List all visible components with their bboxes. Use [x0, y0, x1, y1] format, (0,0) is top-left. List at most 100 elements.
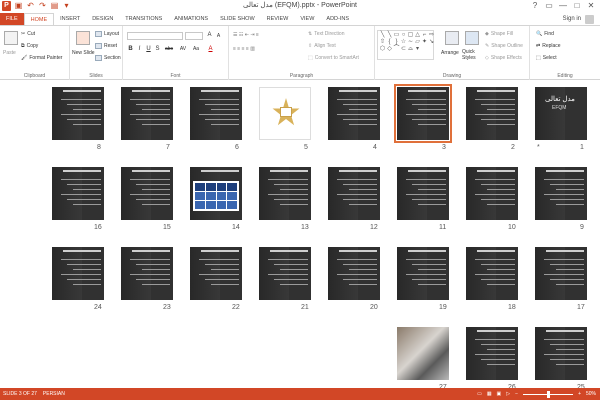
shape-icon[interactable]: ⊂ — [400, 46, 407, 53]
slide-thumbnail-7[interactable] — [121, 87, 173, 140]
rectangle-shape-icon[interactable]: ▢ — [407, 32, 414, 39]
text-direction-button[interactable]: ⇅ Text Direction — [308, 31, 345, 37]
new-slide-icon[interactable] — [76, 31, 90, 45]
section-button[interactable]: Section — [95, 55, 121, 61]
slide-thumbnail-2[interactable] — [466, 87, 518, 140]
arrange-icon[interactable] — [445, 31, 459, 45]
tab-add-ins[interactable]: ADD-INS — [320, 13, 355, 25]
tab-transitions[interactable]: TRANSITIONS — [119, 13, 168, 25]
convert-smartart-button[interactable]: ⬚ Convert to SmartArt — [308, 55, 359, 61]
slide-thumbnail-27[interactable] — [397, 327, 449, 380]
slide-thumbnail-8[interactable] — [52, 87, 104, 140]
oval-shape-icon[interactable]: ○ — [400, 32, 407, 39]
slide-thumbnail-18[interactable] — [466, 247, 518, 300]
slide-thumbnail-22[interactable] — [190, 247, 242, 300]
slide-thumbnail-13[interactable] — [259, 167, 311, 220]
star-shape-icon[interactable]: ✦ — [421, 39, 428, 46]
sign-in-label[interactable]: Sign in — [563, 13, 581, 25]
slide-thumbnail-5[interactable] — [259, 87, 311, 140]
find-button[interactable]: 🔍 Find — [536, 31, 554, 37]
replace-button[interactable]: ⇄ Replace — [536, 43, 561, 49]
tab-home[interactable]: HOME — [23, 13, 55, 25]
slide-thumbnail-23[interactable] — [121, 247, 173, 300]
slide-thumbnail-26[interactable] — [466, 327, 518, 380]
paste-icon[interactable] — [4, 31, 18, 45]
character-spacing-button[interactable]: AV — [178, 46, 188, 52]
rectangle-shape-icon[interactable]: ▭ — [393, 32, 400, 39]
slide-thumbnail-12[interactable] — [328, 167, 380, 220]
ribbon-display-options-icon[interactable]: ▭ — [542, 0, 556, 12]
shape-icon[interactable]: ⌒ — [393, 46, 400, 53]
alignment-buttons[interactable]: ≡ ≡ ≡ ≡ ▥ — [233, 46, 255, 52]
bullets-button[interactable]: ☰ ☷ ⇤ ⇥ ≡ — [233, 32, 259, 38]
cut-button[interactable]: ✂ Cut — [21, 31, 35, 37]
slide-thumbnail-3[interactable] — [394, 84, 452, 143]
change-case-button[interactable]: Aa — [191, 46, 201, 52]
align-text-button[interactable]: ⇳ Align Text — [308, 43, 336, 49]
minimize-icon[interactable]: — — [556, 0, 570, 12]
zoom-slider[interactable] — [523, 390, 574, 398]
format-painter-button[interactable]: 🖌 Format Painter — [21, 55, 62, 61]
line-shape-icon[interactable]: ⌐ — [421, 32, 428, 39]
line-shape-icon[interactable]: ╲ — [379, 32, 386, 39]
shape-fill-button[interactable]: ◆ Shape Fill — [485, 31, 513, 37]
shrink-font-button[interactable]: A — [215, 33, 222, 39]
normal-view-icon[interactable]: ▭ — [477, 388, 482, 400]
star-shape-icon[interactable]: ☆ — [400, 39, 407, 46]
underline-button[interactable]: U — [145, 46, 152, 52]
callout-shape-icon[interactable]: ▱ — [414, 39, 421, 46]
arrow-shape-icon[interactable]: ⇨ — [428, 32, 435, 39]
slide-thumbnail-16[interactable] — [52, 167, 104, 220]
slide-thumbnail-25[interactable] — [535, 327, 587, 380]
avatar[interactable] — [585, 14, 594, 24]
tab-insert[interactable]: INSERT — [54, 13, 86, 25]
slide-show-view-icon[interactable]: ▷ — [506, 388, 510, 400]
select-button[interactable]: ⬚ Select — [536, 55, 557, 61]
quick-styles-button[interactable]: Quick Styles — [462, 49, 480, 61]
language-indicator[interactable]: PERSIAN — [43, 388, 65, 400]
arrow-shape-icon[interactable]: ⇧ — [379, 39, 386, 46]
paste-button[interactable]: Paste — [3, 50, 16, 56]
font-size-combo[interactable] — [185, 32, 203, 40]
slide-thumbnail-19[interactable] — [397, 247, 449, 300]
diamond-shape-icon[interactable]: ◇ — [386, 46, 393, 53]
tab-view[interactable]: VIEW — [294, 13, 320, 25]
layout-button[interactable]: Layout — [95, 31, 119, 37]
slide-thumbnail-10[interactable] — [466, 167, 518, 220]
shape-icon[interactable]: ⌓ — [407, 46, 414, 53]
tab-review[interactable]: REVIEW — [261, 13, 295, 25]
shape-effects-button[interactable]: ◇ Shape Effects — [485, 55, 522, 61]
arrow-shape-icon[interactable]: ↘ — [428, 39, 435, 46]
grow-font-button[interactable]: A — [206, 32, 213, 38]
bracket-shape-icon[interactable]: } — [393, 39, 400, 46]
shapes-gallery[interactable]: ╲ ╲ ▭ ○ ▢ △ ⌐ ⇨ ⇧{} ☆ ∼ ▱ ✦ ↘ ⬡ ◇ ⌒ ⊂ ⌓ ▾ — [377, 30, 434, 60]
slide-thumbnail-15[interactable] — [121, 167, 173, 220]
arrange-button[interactable]: Arrange — [441, 50, 459, 56]
more-shapes-icon[interactable]: ▾ — [414, 46, 421, 53]
font-name-combo[interactable] — [127, 32, 183, 40]
maximize-icon[interactable]: □ — [570, 0, 584, 12]
shadow-button[interactable]: S — [154, 46, 161, 52]
animation-marker-icon[interactable]: * — [537, 144, 540, 151]
help-icon[interactable]: ? — [528, 0, 542, 12]
close-icon[interactable]: ✕ — [584, 0, 598, 12]
reading-view-icon[interactable]: ▣ — [497, 388, 502, 400]
slide-thumbnail-20[interactable] — [328, 247, 380, 300]
copy-button[interactable]: ⧉ Copy — [21, 43, 38, 49]
slide-thumbnail-4[interactable] — [328, 87, 380, 140]
slide-thumbnail-21[interactable] — [259, 247, 311, 300]
sign-in[interactable]: Sign in — [563, 13, 594, 25]
italic-button[interactable]: I — [136, 46, 143, 52]
slide-thumbnail-11[interactable] — [397, 167, 449, 220]
slide-thumbnail-24[interactable] — [52, 247, 104, 300]
tab-file[interactable]: FILE — [0, 13, 24, 25]
new-slide-button[interactable]: New Slide — [72, 50, 96, 56]
hexagon-shape-icon[interactable]: ⬡ — [379, 46, 386, 53]
slide-sorter-view-icon[interactable]: ▦ — [487, 388, 492, 400]
curve-shape-icon[interactable]: ∼ — [407, 39, 414, 46]
bracket-shape-icon[interactable]: { — [386, 39, 393, 46]
reset-button[interactable]: Reset — [95, 43, 117, 49]
slide-thumbnail-1[interactable]: مدل تعالی EFQM — [535, 87, 587, 140]
zoom-in-icon[interactable]: + — [578, 388, 581, 400]
tab-slide-show[interactable]: SLIDE SHOW — [214, 13, 261, 25]
